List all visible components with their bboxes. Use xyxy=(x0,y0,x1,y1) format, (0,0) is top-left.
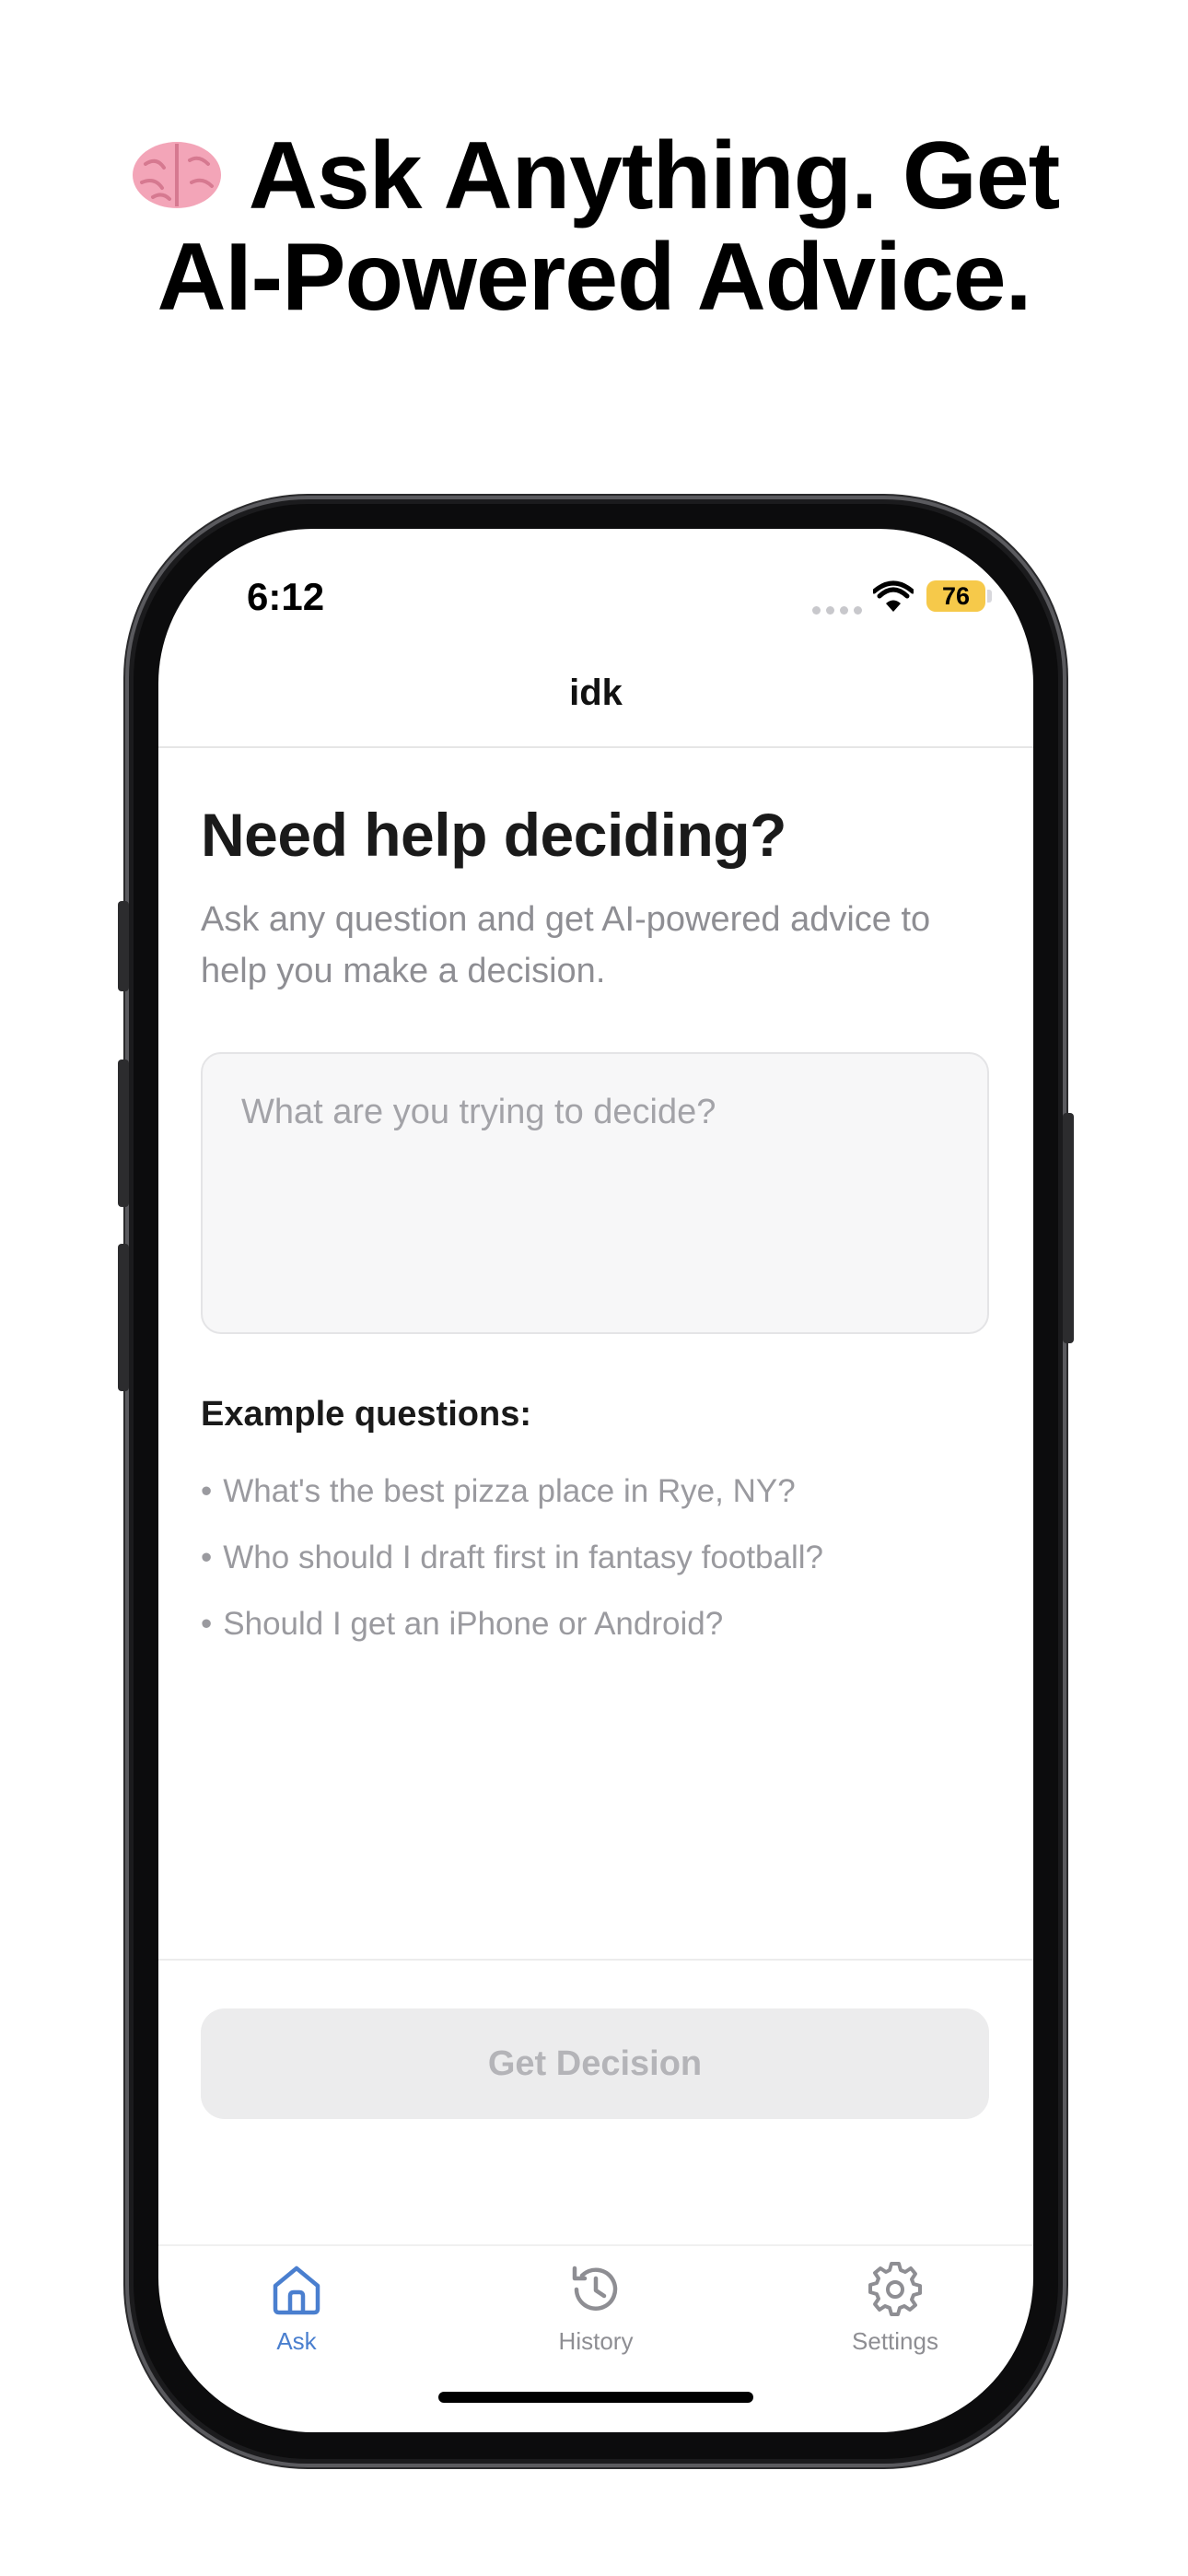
app-store-screenshot: Ask Anything. Get AI-Powered Advice. 6:1… xyxy=(0,0,1188,2576)
example-question[interactable]: • Should I get an iPhone or Android? xyxy=(201,1601,823,1668)
bullet: • xyxy=(201,1540,213,1575)
example-question-text: What's the best pizza place in Rye, NY? xyxy=(223,1473,796,1509)
tab-history[interactable]: History xyxy=(495,2261,697,2356)
home-indicator xyxy=(438,2392,753,2403)
action-button xyxy=(118,901,129,991)
home-icon xyxy=(273,2266,320,2315)
wifi-icon xyxy=(873,580,914,612)
examples-heading: Example questions: xyxy=(201,1395,531,1434)
example-question-text: Who should I draft first in fantasy foot… xyxy=(223,1540,823,1575)
page-subtitle: Ask any question and get AI-powered advi… xyxy=(201,900,931,990)
phone-screen: 6:12 76 idk Need help deciding? Ask any … xyxy=(158,529,1033,2432)
power-button xyxy=(1063,1113,1074,1343)
get-decision-button[interactable]: Get Decision xyxy=(201,2008,989,2119)
example-questions-list: • What's the best pizza place in Rye, NY?… xyxy=(201,1469,823,1668)
history-icon xyxy=(572,2266,618,2311)
volume-up-button xyxy=(118,1060,129,1207)
gear-icon xyxy=(868,2262,922,2316)
status-time: 6:12 xyxy=(247,575,325,618)
example-question[interactable]: • What's the best pizza place in Rye, NY? xyxy=(201,1469,823,1535)
headline-line-1: Ask Anything. Get xyxy=(0,125,1188,227)
action-area-divider xyxy=(158,1959,1033,1961)
headline-text-1: Ask Anything. Get xyxy=(248,123,1061,229)
cellular-signal-icon xyxy=(812,606,862,615)
example-question[interactable]: • Who should I draft first in fantasy foo… xyxy=(201,1535,823,1601)
tab-ask-label: Ask xyxy=(276,2327,317,2355)
brain-icon xyxy=(132,142,221,208)
page-title: Need help deciding? xyxy=(201,801,786,869)
battery-indicator: 76 xyxy=(926,580,985,612)
example-question-text: Should I get an iPhone or Android? xyxy=(223,1606,724,1642)
nav-divider xyxy=(158,746,1033,748)
battery-cap xyxy=(987,590,992,603)
nav-title: idk xyxy=(569,673,623,713)
bullet: • xyxy=(201,1473,213,1509)
tab-bar-divider xyxy=(158,2244,1033,2246)
marketing-headline: Ask Anything. Get AI-Powered Advice. xyxy=(0,125,1188,328)
headline-line-2: AI-Powered Advice. xyxy=(157,224,1031,331)
bullet: • xyxy=(201,1606,213,1642)
tab-settings-label: Settings xyxy=(852,2327,938,2355)
tab-ask[interactable]: Ask xyxy=(195,2261,398,2356)
question-input[interactable] xyxy=(201,1052,989,1334)
volume-down-button xyxy=(118,1244,129,1391)
tab-settings[interactable]: Settings xyxy=(794,2261,996,2356)
tab-history-label: History xyxy=(558,2327,634,2355)
